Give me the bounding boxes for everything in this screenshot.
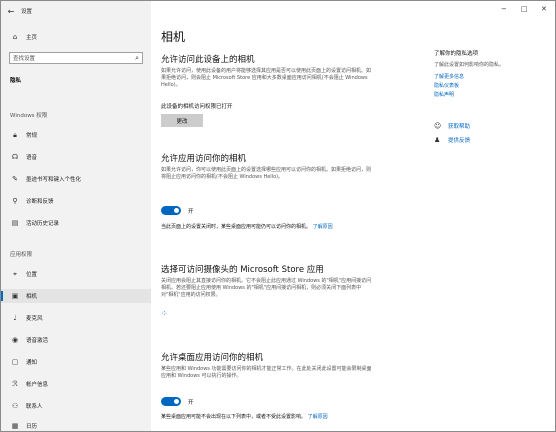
- sidebar-item-general[interactable]: 🔒︎ 常规: [1, 128, 151, 142]
- get-help-link[interactable]: ☺ 获取帮助: [434, 122, 470, 130]
- sidebar-item-account-info[interactable]: ℛ 帐户信息: [1, 377, 151, 391]
- back-arrow-icon[interactable]: ←: [1, 1, 21, 21]
- get-help-label: 获取帮助: [448, 124, 471, 130]
- sidebar-item-label: 诊断和反馈: [26, 199, 54, 205]
- sidebar-item-label: 相机: [26, 294, 38, 300]
- device-access-status: 此设备的相机访问权限已打开: [161, 104, 233, 110]
- related-panel: − □ ✕ 了解你的隐私选项 了解此设置如何影响你的隐私。 了解更多信息 隐私仪…: [421, 1, 555, 431]
- section-app-access-heading: 允许应用访问你的相机: [161, 154, 247, 164]
- sidebar-item-home[interactable]: ⌂ 主页: [1, 30, 151, 44]
- desktop-apps-toggle[interactable]: [161, 397, 181, 406]
- close-icon[interactable]: ✕: [541, 5, 547, 13]
- feedback-icon: ♟: [434, 136, 441, 144]
- sidebar-item-camera[interactable]: ▣ 相机: [1, 289, 151, 303]
- learn-why-link[interactable]: 了解原因: [313, 224, 333, 230]
- sidebar-item-location[interactable]: ⌖ 位置: [1, 267, 151, 281]
- camera-icon: ▣: [11, 292, 19, 300]
- title-bar: ← 设置: [1, 1, 151, 21]
- sidebar: ← 设置 ⌂ 主页 查找设置 ⌕ 隐私 Windows 权限 🔒︎ 常规 ☊ 语…: [1, 1, 151, 431]
- sidebar-item-label: 主页: [26, 35, 38, 41]
- sidebar-item-voice-activation[interactable]: ◉ 语音激活: [1, 333, 151, 347]
- sidebar-item-label: 语音激活: [26, 338, 49, 344]
- change-button[interactable]: 更改: [161, 114, 203, 127]
- voice-activation-icon: ◉: [11, 336, 19, 344]
- sidebar-item-calendar[interactable]: ▦ 日历: [1, 419, 151, 431]
- sidebar-item-speech[interactable]: ☊ 语音: [1, 150, 151, 164]
- voice-icon: ☊: [11, 153, 19, 161]
- location-icon: ⌖: [13, 269, 17, 278]
- section-device-access-desc: 如果允许访问，使用此设备的用户将能够选择其应用是否可以使用此页面上的设置访问相机…: [161, 68, 372, 88]
- section-store-apps-heading: 选择可访问摄像头的 Microsoft Store 应用: [161, 265, 324, 275]
- privacy-heading: 隐私: [10, 78, 22, 84]
- sidebar-item-contacts[interactable]: ⚇ 联系人: [1, 399, 151, 413]
- desktop-apps-note: 某些桌面应用可能不会出现在以下列表中，或者不受此设置影响。 了解原因: [161, 414, 376, 421]
- diagnostics-icon: ⚲: [12, 197, 18, 205]
- privacy-options-desc: 了解此设置如何影响你的隐私。: [434, 62, 505, 68]
- sidebar-item-label: 墨迹书写和键入个性化: [26, 177, 82, 183]
- sidebar-item-diagnostics[interactable]: ⚲ 诊断和反馈: [1, 194, 151, 208]
- windows-permissions-label: Windows 权限: [10, 113, 48, 119]
- notification-icon: ▢: [11, 358, 19, 366]
- desktop-apps-note-text: 某些桌面应用可能不会出现在以下列表中，或者不受此设置影响。: [161, 414, 307, 420]
- home-icon: ⌂: [12, 33, 18, 41]
- maximize-icon[interactable]: □: [521, 5, 528, 13]
- search-icon[interactable]: ⌕: [135, 54, 139, 63]
- app-access-toggle-label: 开: [188, 209, 194, 215]
- page-title: 相机: [161, 30, 186, 44]
- sidebar-item-label: 常规: [26, 133, 38, 139]
- section-device-access-heading: 允许访问此设备上的相机: [161, 55, 255, 65]
- sidebar-item-label: 帐户信息: [26, 382, 49, 388]
- sidebar-item-microphone[interactable]: ♩ 麦克风: [1, 311, 151, 325]
- minimize-icon[interactable]: −: [501, 5, 507, 13]
- section-desktop-apps-heading: 允许桌面应用访问你的相机: [161, 353, 264, 363]
- activity-icon: ▤: [11, 219, 19, 227]
- microphone-icon: ♩: [13, 314, 17, 322]
- calendar-icon: ▦: [11, 422, 19, 430]
- learn-why-link[interactable]: 了解原因: [308, 414, 328, 420]
- privacy-options-title: 了解你的隐私选项: [434, 51, 479, 57]
- privacy-dashboard-link[interactable]: 隐私仪表板: [434, 82, 459, 89]
- help-icon: ☺: [434, 122, 442, 130]
- sidebar-item-label: 日历: [26, 424, 38, 430]
- sidebar-item-label: 联系人: [26, 404, 43, 410]
- app-title: 设置: [21, 9, 33, 15]
- learn-more-link[interactable]: 了解更多信息: [434, 73, 464, 80]
- section-app-access-desc: 如果允许访问，你可以使用此页面上的设置选择哪些应用可以访问你的相机。如果拒绝访问…: [161, 167, 372, 180]
- app-permissions-label: 应用权限: [10, 252, 33, 258]
- sidebar-item-notifications[interactable]: ▢ 通知: [1, 355, 151, 369]
- main-content: 相机 允许访问此设备上的相机 如果允许访问，使用此设备的用户将能够选择其应用是否…: [151, 1, 421, 431]
- app-access-toggle[interactable]: [161, 206, 181, 215]
- section-desktop-apps-desc: 某些应用和 Windows 功能需要访问你的相机才能正常工作。在此处关闭此设置可…: [161, 366, 372, 379]
- sidebar-item-label: 语音: [26, 155, 38, 161]
- search-input[interactable]: 查找设置 ⌕: [9, 52, 143, 64]
- app-access-note: 当此页面上的设置关闭时，某些桌面应用可能仍可以访问你的相机。 了解原因: [161, 224, 376, 231]
- sidebar-item-inking-typing[interactable]: ✎ 墨迹书写和键入个性化: [1, 172, 151, 186]
- settings-window: ← 设置 ⌂ 主页 查找设置 ⌕ 隐私 Windows 权限 🔒︎ 常规 ☊ 语…: [0, 0, 556, 432]
- loading-spinner-icon: ⁘: [161, 309, 168, 318]
- contacts-icon: ⚇: [11, 402, 19, 410]
- pen-icon: ✎: [12, 175, 18, 183]
- search-placeholder: 查找设置: [13, 56, 36, 62]
- app-access-note-text: 当此页面上的设置关闭时，某些桌面应用可能仍可以访问你的相机。: [161, 224, 312, 230]
- section-store-apps-desc: 关闭应用会阻止其直接访问你的相机。它不会阻止此应用通过 Windows 的"相机…: [161, 278, 372, 298]
- account-info-icon: ℛ: [12, 380, 18, 388]
- lock-icon: 🔒︎: [13, 130, 17, 139]
- sidebar-item-label: 位置: [26, 272, 38, 278]
- give-feedback-label: 提供反馈: [448, 138, 471, 144]
- desktop-apps-toggle-label: 开: [188, 400, 194, 406]
- privacy-statement-link[interactable]: 隐私声明: [434, 91, 454, 98]
- sidebar-item-label: 活动历史记录: [26, 221, 60, 227]
- sidebar-item-label: 麦克风: [26, 316, 43, 322]
- give-feedback-link[interactable]: ♟ 提供反馈: [434, 136, 470, 144]
- sidebar-item-activity-history[interactable]: ▤ 活动历史记录: [1, 216, 151, 230]
- sidebar-item-label: 通知: [26, 360, 38, 366]
